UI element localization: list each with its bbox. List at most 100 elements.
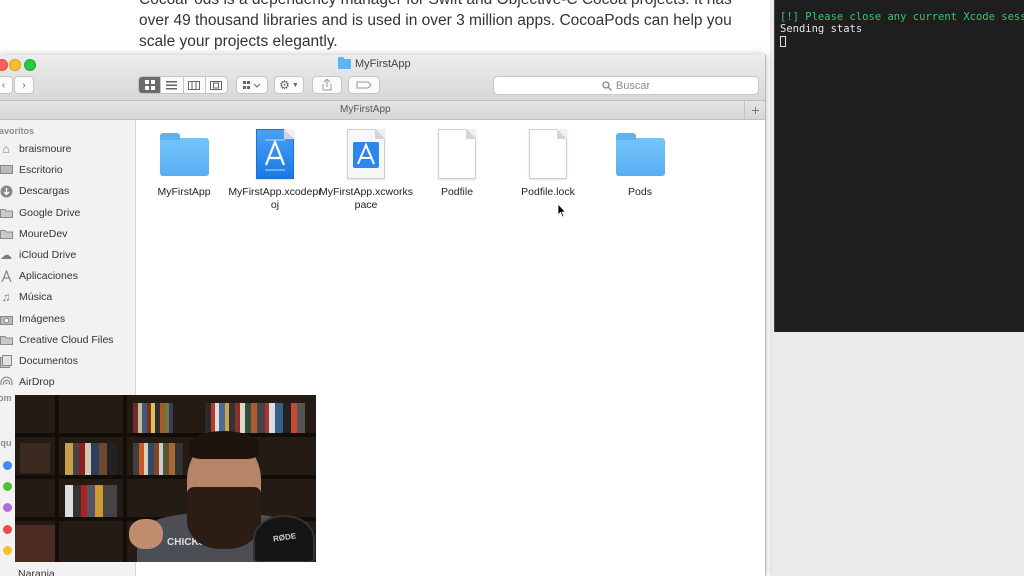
file-item-podfile[interactable]: Podfile <box>409 128 505 199</box>
maximize-window-button[interactable] <box>24 59 36 71</box>
columns-icon <box>188 80 201 90</box>
list-icon <box>166 80 178 89</box>
file-name: Pods <box>628 186 652 198</box>
list-view-button[interactable] <box>161 77 184 93</box>
sidebar-item-label: iCloud Drive <box>19 249 77 261</box>
file-item-podfile-lock[interactable]: Podfile.lock <box>500 128 596 199</box>
tag-yellow-dot[interactable] <box>3 546 12 555</box>
person-beard <box>187 487 261 549</box>
folder-icon <box>0 206 13 220</box>
xcode-project-icon <box>256 129 294 179</box>
sidebar-item-escritorio[interactable]: Escritorio <box>0 160 63 180</box>
camera-icon <box>0 312 13 326</box>
music-icon: ♫ <box>1 290 11 304</box>
minimize-window-button[interactable] <box>9 59 21 71</box>
sidebar-item-imagenes[interactable]: Imágenes <box>0 309 65 329</box>
sidebar-item-label: braismoure <box>19 143 72 155</box>
terminal-window[interactable]: [!] Please close any current Xcode sessi… <box>774 0 1024 332</box>
chevron-left-icon: ‹ <box>1 79 6 91</box>
person-hair <box>189 431 259 459</box>
file-name: Podfile <box>440 186 474 198</box>
sidebar-item-google-drive[interactable]: Google Drive <box>0 203 80 223</box>
icon-view-button[interactable] <box>139 77 162 93</box>
cocoapods-description: CocoaPods is a dependency manager for Sw… <box>139 0 732 50</box>
webcam-overlay: CHICKS DIG RØDE <box>15 395 316 562</box>
bookshelf-books <box>205 403 305 433</box>
devices-header: om <box>0 393 12 403</box>
tag-purple-dot[interactable] <box>3 503 12 512</box>
search-icon <box>602 80 612 91</box>
arrange-grid-icon <box>243 80 261 89</box>
file-item-xcworkspace[interactable]: MyFirstApp.xcworkspace <box>318 128 414 212</box>
bookshelf-books <box>133 443 183 475</box>
file-name: MyFirstApp.xcodeproj <box>228 186 322 211</box>
finder-toolbar: MyFirstApp ‹ › ⚙ ▼ Buscar <box>0 55 765 101</box>
applications-icon <box>0 269 13 283</box>
sidebar-item-label: Escritorio <box>19 164 63 176</box>
add-tab-button[interactable]: + <box>744 101 765 120</box>
bookshelf-books <box>133 403 173 433</box>
document-icon <box>529 129 567 179</box>
terminal-cursor <box>780 36 786 47</box>
arrange-button[interactable] <box>236 76 268 94</box>
chevron-right-icon: › <box>22 79 26 91</box>
terminal-warning-line: [!] Please close any current Xcode sessi… <box>780 11 1024 23</box>
person-hand <box>129 519 163 549</box>
forward-button[interactable]: › <box>14 76 34 94</box>
sidebar-item-label: Aplicaciones <box>19 270 78 282</box>
sidebar-item-documentos[interactable]: Documentos <box>0 351 78 371</box>
action-menu-button[interactable]: ⚙ ▼ <box>274 76 304 94</box>
folder-icon <box>0 333 13 347</box>
chevron-down-icon: ▼ <box>291 81 299 89</box>
file-item-xcodeproj[interactable]: MyFirstApp.xcodeproj <box>227 128 323 212</box>
favorites-header: avoritos <box>0 126 35 136</box>
close-window-button[interactable] <box>0 59 8 71</box>
tag-blue-dot[interactable] <box>3 461 12 470</box>
tag-button[interactable] <box>348 76 380 94</box>
sidebar-item-aplicaciones[interactable]: Aplicaciones <box>0 266 78 286</box>
sidebar-item-descargas[interactable]: Descargas <box>0 181 69 201</box>
search-field[interactable]: Buscar <box>493 76 759 95</box>
file-name: MyFirstApp.xcworkspace <box>319 186 413 211</box>
xcode-workspace-icon <box>347 129 385 179</box>
sidebar-item-braismoure[interactable]: ⌂ braismoure <box>0 139 72 159</box>
bookshelf-figures <box>20 443 50 473</box>
column-view-button[interactable] <box>184 77 206 93</box>
coverflow-view-button[interactable] <box>206 77 227 93</box>
window-title-text: MyFirstApp <box>355 58 411 70</box>
home-icon: ⌂ <box>2 142 10 156</box>
file-item-myfirstapp-folder[interactable]: MyFirstApp <box>136 128 232 199</box>
folder-icon <box>615 133 665 176</box>
sidebar-item-mouredev[interactable]: MoureDev <box>0 224 67 244</box>
share-icon <box>322 79 332 91</box>
tag-icon <box>356 81 372 89</box>
shelf-box <box>15 525 55 562</box>
sidebar-item-creative-cloud-files[interactable]: Creative Cloud Files <box>0 330 114 350</box>
sidebar-item-label: Imágenes <box>19 313 66 325</box>
search-placeholder: Buscar <box>615 79 651 92</box>
tab-title[interactable]: MyFirstApp <box>340 104 391 115</box>
view-mode-selector <box>138 76 228 94</box>
downloads-icon <box>0 184 13 198</box>
sidebar-item-tag-naranja[interactable]: Naranja <box>18 564 55 576</box>
sidebar-item-airdrop[interactable]: AirDrop <box>0 372 55 392</box>
tags-header: iqu <box>0 438 12 448</box>
sidebar-item-label: Música <box>19 291 53 303</box>
sidebar-item-label: Descargas <box>19 185 70 197</box>
file-item-pods-folder[interactable]: Pods <box>592 128 688 199</box>
sidebar-item-icloud-drive[interactable]: ☁ iCloud Drive <box>0 245 76 265</box>
gear-icon: ⚙ <box>279 78 290 92</box>
folder-icon <box>0 227 13 241</box>
sidebar-item-label: Documentos <box>19 355 78 367</box>
tag-red-dot[interactable] <box>3 525 12 534</box>
cloud-icon: ☁ <box>0 248 12 262</box>
mouse-pointer-icon <box>557 203 567 218</box>
documents-icon <box>0 354 13 368</box>
back-button[interactable]: ‹ <box>0 76 13 94</box>
sidebar-item-musica[interactable]: ♫ Música <box>0 287 53 307</box>
tag-green-dot[interactable] <box>3 482 12 491</box>
terminal-output-line: Sending stats <box>780 23 863 35</box>
bookshelf-books <box>65 443 117 475</box>
desktop-icon <box>0 163 13 177</box>
share-button[interactable] <box>312 76 342 94</box>
